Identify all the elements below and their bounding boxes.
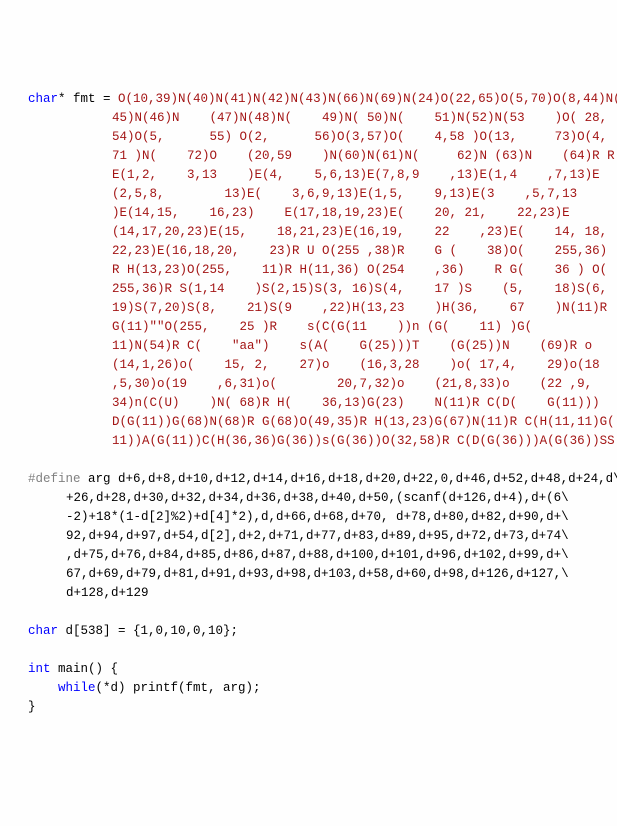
code-token: 71 )N( 72)O (20,59 )N(60)N(61)N( 62)N (6… [112, 149, 615, 163]
code-token: E(1,2, 3,13 )E(4, 5,6,13)E(7,8,9 ,13)E(1… [112, 168, 600, 182]
code-token: 45)N(46)N (47)N(48)N( 49)N( 50)N( 51)N(5… [112, 111, 607, 125]
code-line: 45)N(46)N (47)N(48)N( 49)N( 50)N( 51)N(5… [28, 109, 607, 128]
code-token: ,d+75,d+76,d+84,d+85,d+86,d+87,d+88,d+10… [66, 548, 569, 562]
code-line: 11))A(G(11))C(H(36,36)G(36))s(G(36))O(32… [28, 432, 607, 451]
code-token: 67,d+69,d+79,d+81,d+91,d+93,d+98,d+103,d… [66, 567, 569, 581]
code-line: char* fmt = O(10,39)N(40)N(41)N(42)N(43)… [28, 90, 607, 109]
code-token: 22,23)E(16,18,20, 23)R U O(255 ,38)R G (… [112, 244, 607, 258]
code-token: (14,17,20,23)E(15, 18,21,23)E(16,19, 22 … [112, 225, 607, 239]
code-token [28, 681, 58, 695]
code-line: 71 )N( 72)O (20,59 )N(60)N(61)N( 62)N (6… [28, 147, 607, 166]
code-line: while(*d) printf(fmt, arg); [28, 679, 607, 698]
code-token: d+128,d+129 [66, 586, 149, 600]
code-line: d+128,d+129 [28, 584, 607, 603]
code-line: int main() { [28, 660, 607, 679]
code-token: char [28, 624, 58, 638]
code-line: )E(14,15, 16,23) E(17,18,19,23)E( 20, 21… [28, 204, 607, 223]
code-token: )E(14,15, 16,23) E(17,18,19,23)E( 20, 21… [112, 206, 570, 220]
code-token: G(11)""O(255, 25 )R s(C(G(11 ))n (G( 11)… [112, 320, 532, 334]
code-line: ,5,30)o(19 ,6,31)o( 20,7,32)o (21,8,33)o… [28, 375, 607, 394]
code-token: 11)N(54)R C( "aa") s(A( G(25)))T (G(25))… [112, 339, 592, 353]
code-token: (14,1,26)o( 15, 2, 27)o (16,3,28 )o( 17,… [112, 358, 600, 372]
code-token: } [28, 700, 36, 714]
code-token: main() { [51, 662, 119, 676]
code-token: +26,d+28,d+30,d+32,d+34,d+36,d+38,d+40,d… [66, 491, 569, 505]
blank-line [28, 603, 607, 622]
code-line: 22,23)E(16,18,20, 23)R U O(255 ,38)R G (… [28, 242, 607, 261]
code-token: 11))A(G(11))C(H(36,36)G(36))s(G(36))O(32… [112, 434, 615, 448]
code-token: #define [28, 472, 81, 486]
code-token: while [58, 681, 96, 695]
code-token: D(G(11))G(68)N(68)R G(68)O(49,35)R H(13,… [112, 415, 615, 429]
code-line: -2)+18*(1-d[2]%2)+d[4]*2),d,d+66,d+68,d+… [28, 508, 607, 527]
code-line: 67,d+69,d+79,d+81,d+91,d+93,d+98,d+103,d… [28, 565, 607, 584]
code-line: G(11)""O(255, 25 )R s(C(G(11 ))n (G( 11)… [28, 318, 607, 337]
code-token: 255,36)R S(1,14 )S(2,15)S(3, 16)S(4, 17 … [112, 282, 607, 296]
code-token: 92,d+94,d+97,d+54,d[2],d+2,d+71,d+77,d+8… [66, 529, 569, 543]
code-line: 92,d+94,d+97,d+54,d[2],d+2,d+71,d+77,d+8… [28, 527, 607, 546]
code-token: 34)n(C(U) )N( 68)R H( 36,13)G(23) N(11)R… [112, 396, 600, 410]
code-line: E(1,2, 3,13 )E(4, 5,6,13)E(7,8,9 ,13)E(1… [28, 166, 607, 185]
code-line: ,d+75,d+76,d+84,d+85,d+86,d+87,d+88,d+10… [28, 546, 607, 565]
code-token: 54)O(5, 55) O(2, 56)O(3,57)O( 4,58 )O(13… [112, 130, 607, 144]
code-line: 34)n(C(U) )N( 68)R H( 36,13)G(23) N(11)R… [28, 394, 607, 413]
code-line: 19)S(7,20)S(8, 21)S(9 ,22)H(13,23 )H(36,… [28, 299, 607, 318]
code-line: #define arg d+6,d+8,d+10,d+12,d+14,d+16,… [28, 470, 607, 489]
blank-line [28, 451, 607, 470]
code-line: +26,d+28,d+30,d+32,d+34,d+36,d+38,d+40,d… [28, 489, 607, 508]
code-token: R H(13,23)O(255, 11)R H(11,36) O(254 ,36… [112, 263, 607, 277]
code-line: } [28, 698, 607, 717]
code-line: 255,36)R S(1,14 )S(2,15)S(3, 16)S(4, 17 … [28, 280, 607, 299]
code-token: 19)S(7,20)S(8, 21)S(9 ,22)H(13,23 )H(36,… [112, 301, 607, 315]
code-line: (2,5,8, 13)E( 3,6,9,13)E(1,5, 9,13)E(3 ,… [28, 185, 607, 204]
blank-line [28, 641, 607, 660]
code-line: D(G(11))G(68)N(68)R G(68)O(49,35)R H(13,… [28, 413, 607, 432]
code-token: d[538] = {1,0,10,0,10}; [58, 624, 238, 638]
code-line: char d[538] = {1,0,10,0,10}; [28, 622, 607, 641]
code-token: -2)+18*(1-d[2]%2)+d[4]*2),d,d+66,d+68,d+… [66, 510, 569, 524]
code-line: 54)O(5, 55) O(2, 56)O(3,57)O( 4,58 )O(13… [28, 128, 607, 147]
code-token: arg d+6,d+8,d+10,d+12,d+14,d+16,d+18,d+2… [81, 472, 617, 486]
code-token: int [28, 662, 51, 676]
code-line: (14,17,20,23)E(15, 18,21,23)E(16,19, 22 … [28, 223, 607, 242]
code-listing: char* fmt = O(10,39)N(40)N(41)N(42)N(43)… [28, 90, 607, 717]
code-token: (*d) printf(fmt, arg); [96, 681, 261, 695]
code-token: (2,5,8, 13)E( 3,6,9,13)E(1,5, 9,13)E(3 ,… [112, 187, 577, 201]
code-token: O(10,39)N(40)N(41)N(42)N(43)N(66)N(69)N(… [118, 92, 617, 106]
code-line: R H(13,23)O(255, 11)R H(11,36) O(254 ,36… [28, 261, 607, 280]
code-line: (14,1,26)o( 15, 2, 27)o (16,3,28 )o( 17,… [28, 356, 607, 375]
code-line: 11)N(54)R C( "aa") s(A( G(25)))T (G(25))… [28, 337, 607, 356]
code-token: * fmt = [58, 92, 118, 106]
code-token: ,5,30)o(19 ,6,31)o( 20,7,32)o (21,8,33)o… [112, 377, 592, 391]
code-token: char [28, 92, 58, 106]
